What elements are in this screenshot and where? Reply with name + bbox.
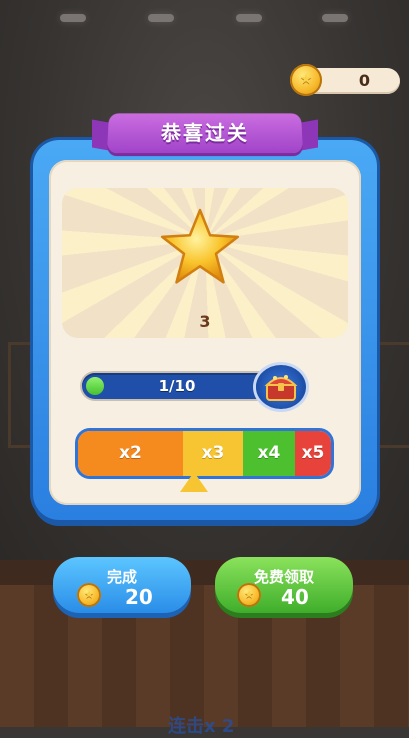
complete-button-amount: 20 [125,585,153,609]
free-claim-button-amount: 40 [281,585,309,609]
chest-reward[interactable] [256,365,306,409]
progress-text: 1/10 [158,377,196,395]
multiplier-segment: x2 [78,431,183,476]
free-claim-button[interactable]: 免费领取 ★ 40 [215,557,353,613]
star-icon [160,208,240,284]
multiplier-pointer-icon [180,472,208,492]
multiplier-segment: x4 [243,431,295,476]
coin-icon: ★ [237,583,261,607]
coin-counter-value: 0 [358,71,370,90]
treasure-chest-icon [264,375,298,401]
multiplier-bar: x2 x3 x4 x5 [78,431,331,476]
ceiling-light [60,14,86,22]
combo-text: 连击x 2 [168,716,235,737]
coin-icon: ★ [77,583,101,607]
coin-icon: ★ [290,64,322,96]
dialog-title: 恭喜过关 [161,121,249,145]
star-count: 3 [199,312,211,331]
complete-button[interactable]: 完成 ★ 20 [53,557,191,613]
ceiling-light [236,14,262,22]
ceiling-light [322,14,348,22]
ceiling-light [148,14,174,22]
multiplier-segment: x3 [183,431,243,476]
complete-button-label: 完成 [106,568,137,586]
free-claim-button-label: 免费领取 [253,568,314,586]
multiplier-segment: x5 [295,431,331,476]
